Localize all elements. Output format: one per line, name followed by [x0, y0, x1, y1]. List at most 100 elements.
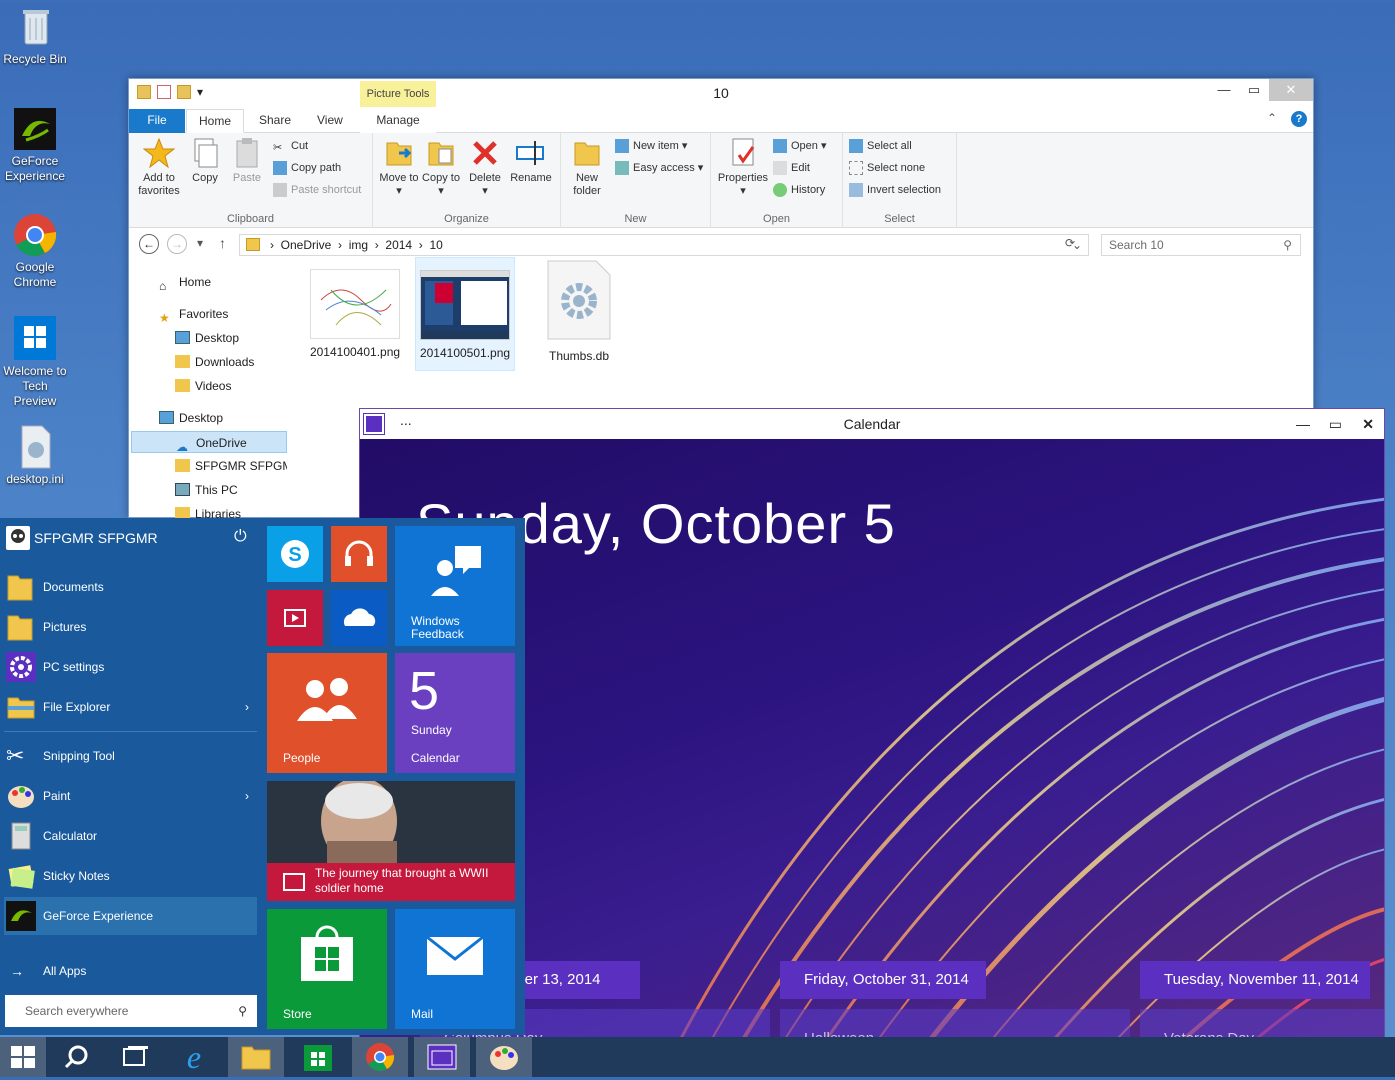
tile-music[interactable] — [331, 526, 387, 582]
user-account[interactable]: SFPGMR SFPGMR — [6, 526, 158, 550]
paste-shortcut-button[interactable]: Paste shortcut — [273, 181, 361, 199]
task-view-button[interactable] — [106, 1037, 162, 1077]
start-button[interactable] — [0, 1037, 46, 1077]
edit-button[interactable]: Edit — [773, 159, 810, 177]
tab-view[interactable]: View — [305, 109, 355, 133]
chevron-right-icon[interactable]: › — [245, 777, 249, 815]
skype-icon: S — [281, 540, 309, 568]
all-apps-button[interactable]: → All Apps — [4, 952, 257, 990]
taskbar-search-button[interactable] — [48, 1037, 104, 1077]
event-date-header[interactable]: Friday, October 31, 2014 — [780, 961, 986, 999]
search-input[interactable]: Search 10 ⚲ — [1101, 234, 1301, 256]
nav-item-downloads[interactable]: Downloads — [175, 351, 254, 373]
close-button[interactable]: ✕ — [1269, 79, 1313, 101]
taskbar-paint[interactable] — [476, 1037, 532, 1077]
address-box[interactable]: › OneDrive › img › 2014 › 10 ⌄ — [239, 234, 1089, 256]
start-item-snipping-tool[interactable]: ✂ Snipping Tool — [4, 737, 257, 775]
start-item-sticky-notes[interactable]: Sticky Notes — [4, 857, 257, 895]
nav-item-videos[interactable]: Videos — [175, 375, 231, 397]
start-item-documents[interactable]: Documents — [4, 568, 257, 606]
copy-button[interactable]: Copy — [187, 137, 223, 185]
start-item-file-explorer[interactable]: File Explorer › — [4, 688, 257, 726]
taskbar-internet-explorer[interactable]: e — [166, 1037, 222, 1077]
chrome-icon — [366, 1043, 395, 1071]
start-item-paint[interactable]: Paint › — [4, 777, 257, 815]
power-icon[interactable]: ⏻ — [234, 528, 247, 546]
maximize-button[interactable]: ▭ — [1329, 409, 1342, 439]
explorer-titlebar[interactable]: ▾ 10 — ▭ ✕ — [129, 79, 1313, 107]
tile-windows-feedback[interactable]: Windows Feedback — [395, 526, 515, 646]
minimize-button[interactable]: — — [1296, 409, 1310, 439]
tile-mail[interactable]: Mail — [395, 909, 515, 1029]
event-date-header[interactable]: Tuesday, November 11, 2014 — [1140, 961, 1370, 999]
easy-access-button[interactable]: Easy access ▾ — [615, 159, 703, 177]
start-item-calculator[interactable]: Calculator — [4, 817, 257, 855]
invert-selection-button[interactable]: Invert selection — [849, 181, 941, 199]
app-menu-button[interactable]: ... — [400, 409, 412, 435]
tile-video[interactable] — [267, 590, 323, 646]
move-to-button[interactable]: Move to ▾ — [379, 137, 419, 198]
file-item[interactable]: 2014100501.png — [415, 257, 515, 371]
nav-item-desktop[interactable]: Desktop — [175, 327, 239, 349]
taskbar-file-explorer[interactable] — [228, 1037, 284, 1077]
nav-item-favorites[interactable]: ★ Favorites — [159, 303, 228, 325]
copy-path-button[interactable]: Copy path — [273, 159, 341, 177]
tab-home[interactable]: Home — [186, 109, 245, 133]
close-button[interactable]: ✕ — [1362, 409, 1374, 439]
recent-locations-icon[interactable]: ▾ — [197, 236, 203, 250]
up-button[interactable]: ↑ — [219, 235, 226, 251]
tab-share[interactable]: Share — [247, 109, 303, 133]
start-item-geforce[interactable]: GeForce Experience — [4, 897, 257, 935]
file-item[interactable]: Thumbs.db — [529, 260, 629, 363]
nav-item-this-pc[interactable]: This PC — [175, 479, 238, 501]
select-none-button[interactable]: Select none — [849, 159, 925, 177]
tile-label: Windows Feedback — [411, 614, 464, 641]
desktop-icon-desktop-ini[interactable]: desktop.ini — [0, 424, 70, 487]
copy-to-button[interactable]: Copy to ▾ — [421, 137, 461, 198]
taskbar-calendar[interactable] — [414, 1037, 470, 1077]
collapse-ribbon-icon[interactable]: ⌃ — [1267, 111, 1277, 125]
add-to-favorites-button[interactable]: Add to favorites — [135, 137, 183, 198]
refresh-icon[interactable]: ⟳ — [1065, 236, 1075, 250]
cut-button[interactable]: ✂ Cut — [273, 137, 308, 155]
paste-button[interactable]: Paste — [227, 137, 267, 185]
tile-store[interactable]: Store — [267, 909, 387, 1029]
start-search-input[interactable]: Search everywhere ⚲ — [5, 995, 257, 1027]
tile-calendar[interactable]: 5 Sunday Calendar — [395, 653, 515, 773]
back-button[interactable]: ← — [139, 234, 159, 254]
forward-button[interactable]: → — [167, 234, 187, 254]
minimize-button[interactable]: — — [1209, 79, 1239, 101]
tile-skype[interactable]: S — [267, 526, 323, 582]
chevron-right-icon[interactable]: › — [245, 688, 249, 726]
start-item-pictures[interactable]: Pictures — [4, 608, 257, 646]
file-item[interactable]: 2014100401.png — [305, 269, 405, 359]
start-item-pc-settings[interactable]: PC settings — [4, 648, 257, 686]
maximize-button[interactable]: ▭ — [1239, 79, 1269, 101]
desktop-icon-recycle-bin[interactable]: Recycle Bin — [0, 4, 70, 67]
help-icon[interactable]: ? — [1291, 111, 1307, 127]
nav-item-desktop-root[interactable]: Desktop — [159, 407, 223, 429]
taskbar-store[interactable] — [290, 1037, 346, 1077]
tab-file[interactable]: File — [129, 109, 185, 133]
tile-news[interactable]: The journey that brought a WWII soldier … — [267, 781, 515, 901]
open-button[interactable]: Open ▾ — [773, 137, 827, 155]
nav-item-home[interactable]: ⌂ Home — [159, 271, 211, 293]
user-folder-icon — [175, 459, 190, 472]
desktop-icon-welcome[interactable]: Welcome to Tech Preview — [0, 316, 70, 409]
nav-item-onedrive[interactable]: ☁ OneDrive — [131, 431, 287, 454]
taskbar-chrome[interactable] — [352, 1037, 408, 1077]
nav-item-user[interactable]: SFPGMR SFPGMR — [175, 455, 287, 477]
calendar-titlebar[interactable]: ... Calendar — ▭ ✕ — [360, 409, 1384, 439]
tile-onedrive[interactable] — [331, 590, 387, 646]
delete-button[interactable]: Delete ▾ — [465, 137, 505, 198]
desktop-icon-chrome[interactable]: Google Chrome — [0, 212, 70, 290]
desktop-icon-geforce[interactable]: GeForce Experience — [0, 106, 70, 184]
select-all-button[interactable]: Select all — [849, 137, 912, 155]
tab-manage[interactable]: Manage — [360, 109, 436, 133]
new-item-button[interactable]: New item ▾ — [615, 137, 687, 155]
new-folder-button[interactable]: New folder — [567, 137, 607, 198]
rename-button[interactable]: Rename — [509, 137, 553, 185]
properties-button[interactable]: Properties ▾ — [715, 137, 771, 198]
history-button[interactable]: History — [773, 181, 825, 199]
tile-people[interactable]: People — [267, 653, 387, 773]
